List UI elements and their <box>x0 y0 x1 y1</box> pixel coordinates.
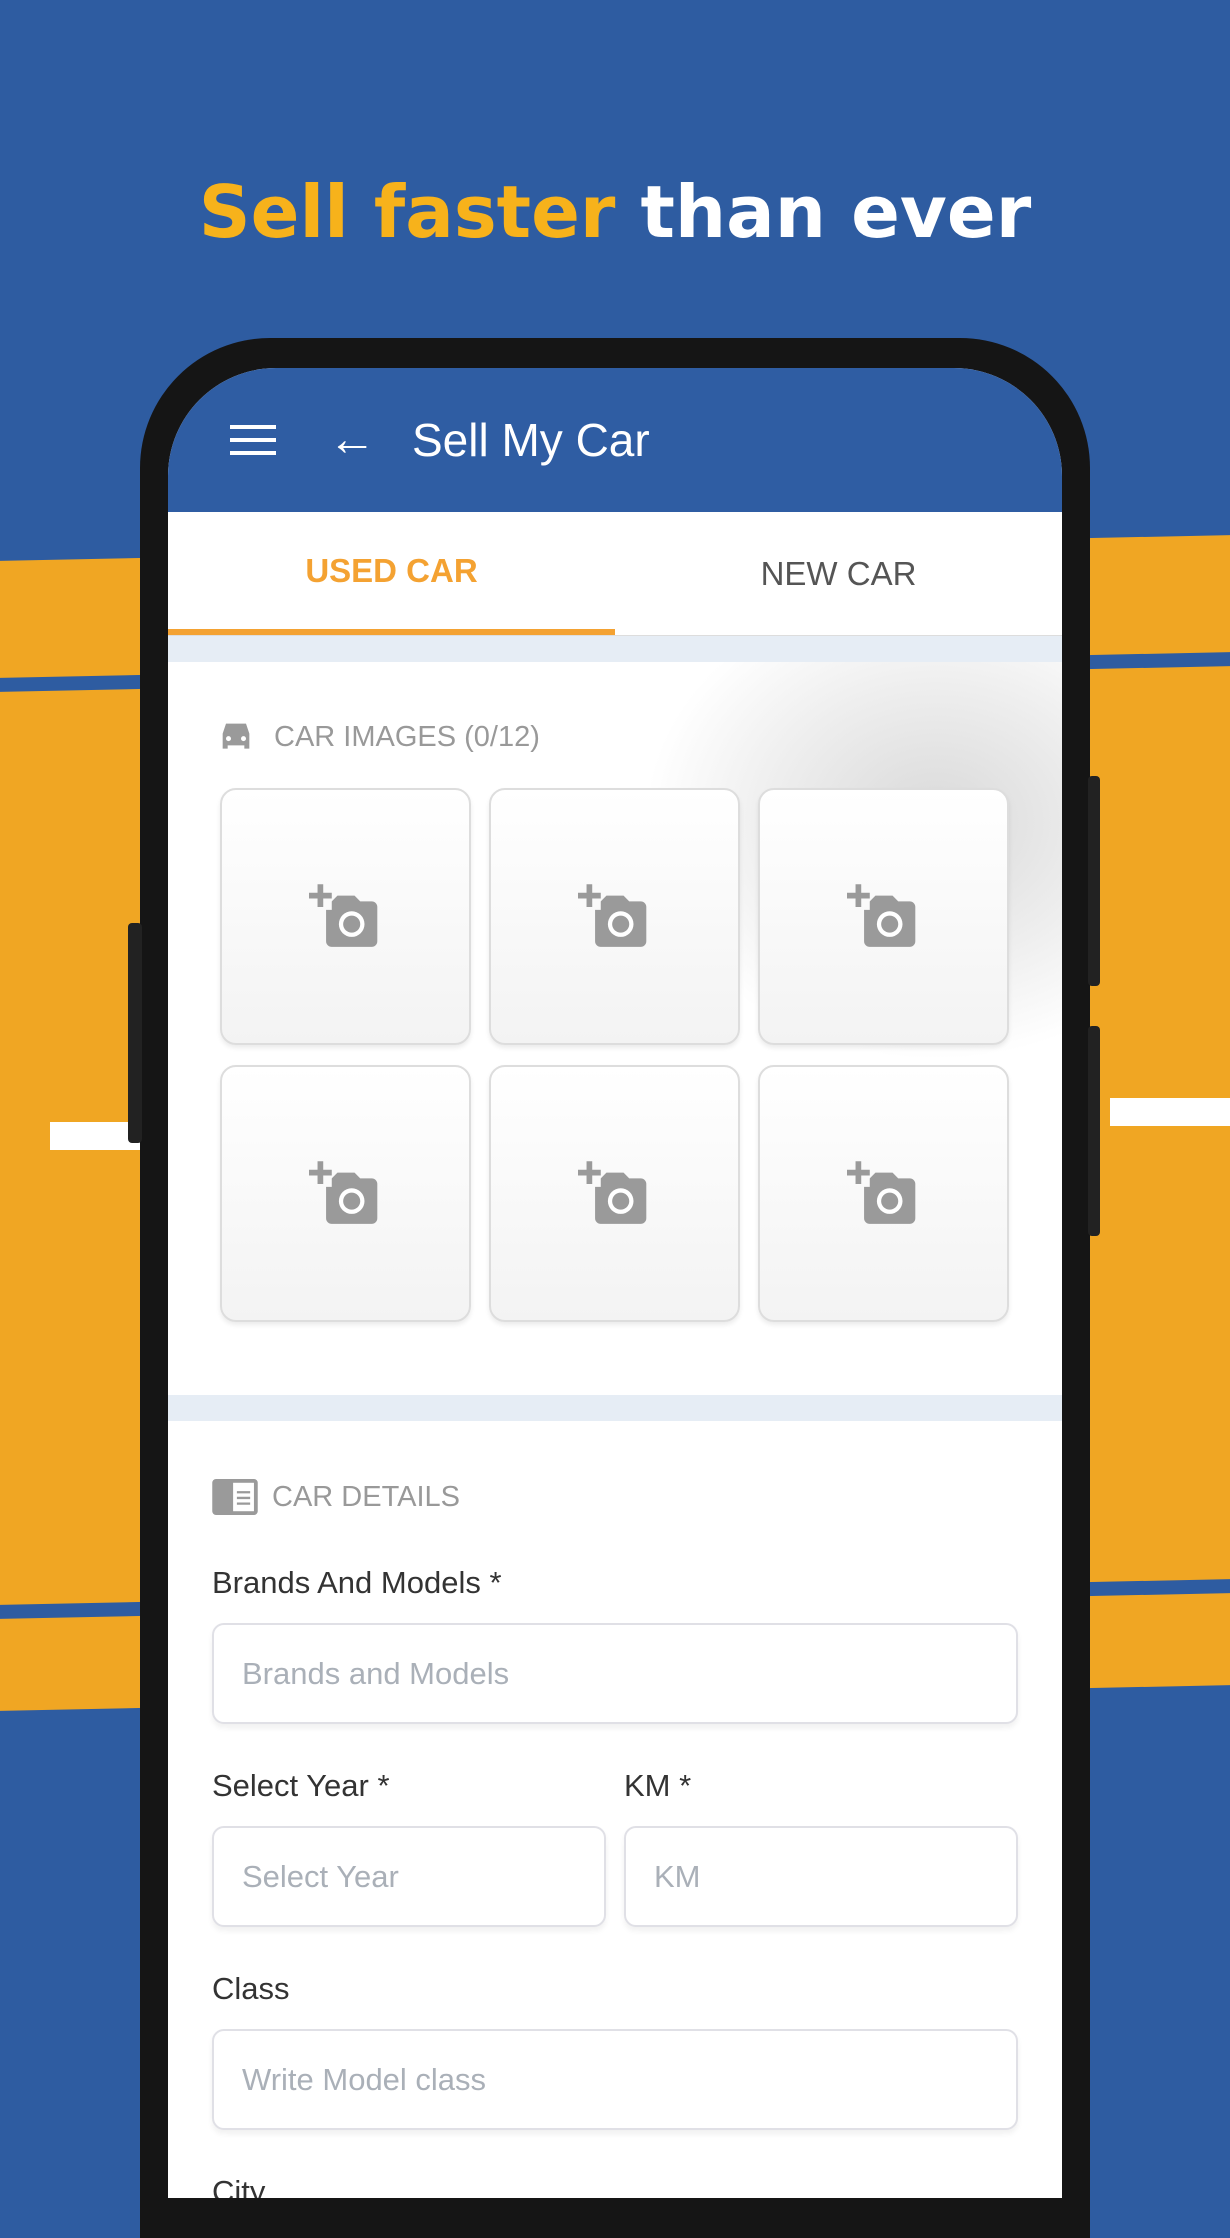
arrow-left-icon[interactable]: ← <box>328 416 376 464</box>
car-images-header: CAR IMAGES (0/12) <box>216 720 1062 754</box>
add-a-photo-icon <box>308 1160 377 1224</box>
year-label: Select Year * <box>212 1768 390 1803</box>
brands-label: Brands And Models * <box>212 1565 502 1600</box>
add-photo-tile[interactable] <box>220 788 471 1045</box>
add-a-photo-icon <box>577 1160 646 1224</box>
add-photo-tile[interactable] <box>489 1065 740 1322</box>
car-icon <box>222 723 250 749</box>
brands-models-input[interactable] <box>212 1623 1018 1724</box>
car-images-card: CAR IMAGES (0/12) <box>168 662 1062 1395</box>
headline: Sell faster than ever <box>198 170 1032 254</box>
road-dash <box>1110 1098 1230 1126</box>
tab-bar: USED CAR NEW CAR <box>168 512 1062 636</box>
select-year-input[interactable] <box>212 1826 606 1927</box>
app-screen: ← Sell My Car USED CAR NEW CAR CAR IMAGE… <box>168 368 1062 2198</box>
add-a-photo-icon <box>308 883 377 947</box>
model-class-input[interactable] <box>212 2029 1018 2130</box>
add-photo-tile[interactable] <box>489 788 740 1045</box>
add-a-photo-icon <box>846 883 915 947</box>
add-photo-tile[interactable] <box>758 788 1009 1045</box>
list-card-icon <box>212 1479 258 1515</box>
page-title: Sell My Car <box>412 414 650 466</box>
city-label: City <box>212 2174 266 2198</box>
hamburger-icon[interactable] <box>230 425 276 455</box>
km-input[interactable] <box>624 1826 1018 1927</box>
km-label: KM * <box>624 1768 692 1803</box>
add-photo-tile[interactable] <box>220 1065 471 1322</box>
tab-new-car[interactable]: NEW CAR <box>615 512 1062 635</box>
class-label: Class <box>212 1971 290 2006</box>
image-grid <box>220 788 1062 1322</box>
car-details-card: CAR DETAILS Brands And Models * Select Y… <box>168 1421 1062 2198</box>
car-details-header: CAR DETAILS <box>212 1479 1018 1515</box>
app-bar: ← Sell My Car <box>168 368 1062 512</box>
tab-used-car[interactable]: USED CAR <box>168 512 615 635</box>
add-a-photo-icon <box>846 1160 915 1224</box>
add-photo-tile[interactable] <box>758 1065 1009 1322</box>
add-a-photo-icon <box>577 883 646 947</box>
